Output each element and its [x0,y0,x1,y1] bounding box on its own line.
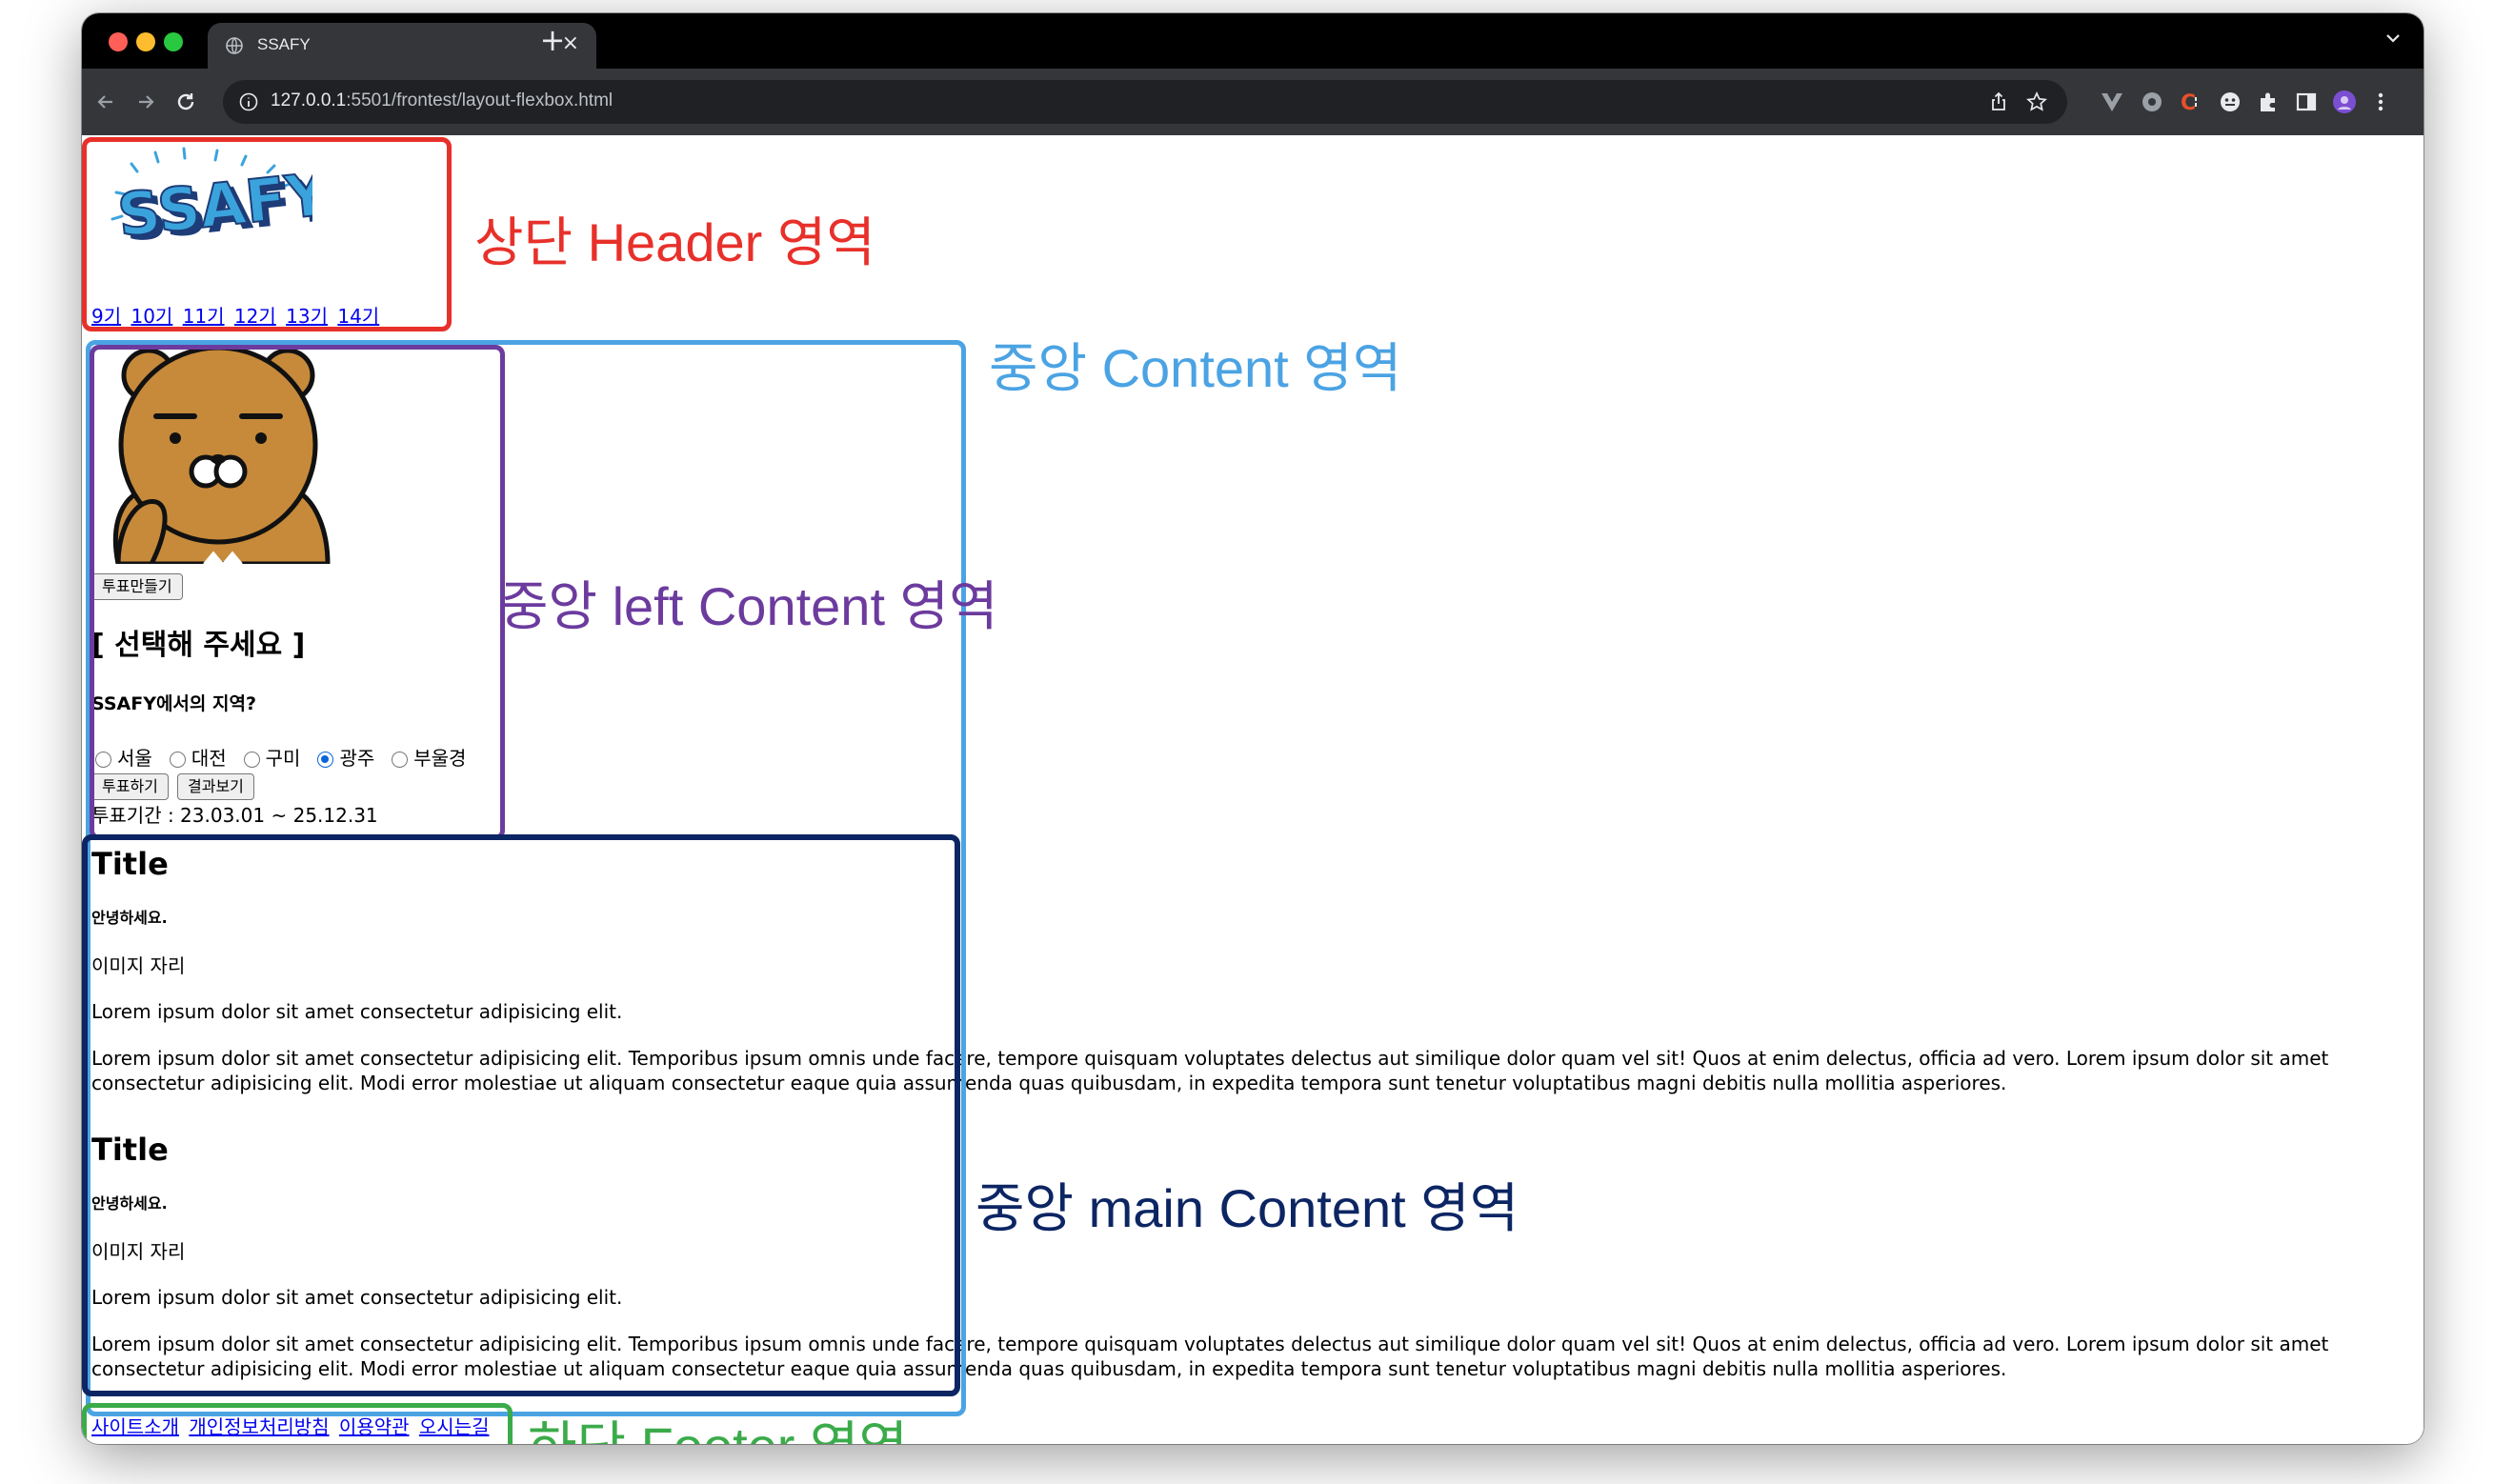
page-viewport: SSAFY SSAFY 9기 10기 11기 12기 13기 14기 투표만들기… [82,135,2424,1444]
new-tab-button[interactable]: + [533,21,572,59]
url-text[interactable]: 127.0.0.1:5501/frontest/layout-flexbox.h… [271,90,613,111]
globe-icon [226,37,243,54]
forward-arrow-icon[interactable] [131,88,160,116]
reload-icon[interactable] [171,88,200,116]
extension-c-icon[interactable]: C [2178,90,2202,114]
back-arrow-icon[interactable] [91,88,120,116]
minimize-window-button[interactable] [136,32,155,51]
browser-window: SSAFY × + 127.0.0.1:5501/frontest/layout… [82,13,2424,1444]
extension-circle-icon[interactable] [2140,90,2164,114]
url-host: 127.0.0.1 [271,90,347,110]
maximize-window-button[interactable] [164,32,183,51]
tab-title: SSAFY [257,35,311,53]
more-menu-icon[interactable] [2368,90,2393,114]
puzzle-extensions-icon[interactable] [2256,90,2281,114]
extension-face-icon[interactable] [2218,90,2243,114]
footer-area-box [82,1403,513,1444]
vue-devtools-icon[interactable] [2100,90,2124,114]
left-content-area-label: 중앙 left Content 영역 [499,576,998,636]
side-panel-icon[interactable] [2294,90,2319,114]
chevron-down-icon[interactable] [2383,29,2403,48]
svg-text:C: C [2181,91,2196,114]
share-icon[interactable] [1987,90,2010,113]
content-area-label: 중앙 Content 영역 [989,338,1402,398]
url-path: :5501/frontest/layout-flexbox.html [346,90,613,110]
address-bar[interactable]: 127.0.0.1:5501/frontest/layout-flexbox.h… [223,80,2067,124]
main-content-area-label: 중앙 main Content 영역 [975,1178,1519,1238]
profile-avatar[interactable] [2332,90,2357,114]
tab-bar: SSAFY × + [82,13,2424,69]
info-icon[interactable] [238,91,259,112]
bookmark-star-icon[interactable] [2025,90,2048,113]
footer-area-label: 하단 Footer 영역 [528,1404,908,1444]
left-content-area-box [90,345,505,840]
browser-toolbar: 127.0.0.1:5501/frontest/layout-flexbox.h… [82,69,2424,135]
header-area-box [82,137,452,331]
header-area-label: 상단 Header 영역 [474,212,875,272]
close-window-button[interactable] [109,32,128,51]
main-content-area-box [82,834,960,1396]
